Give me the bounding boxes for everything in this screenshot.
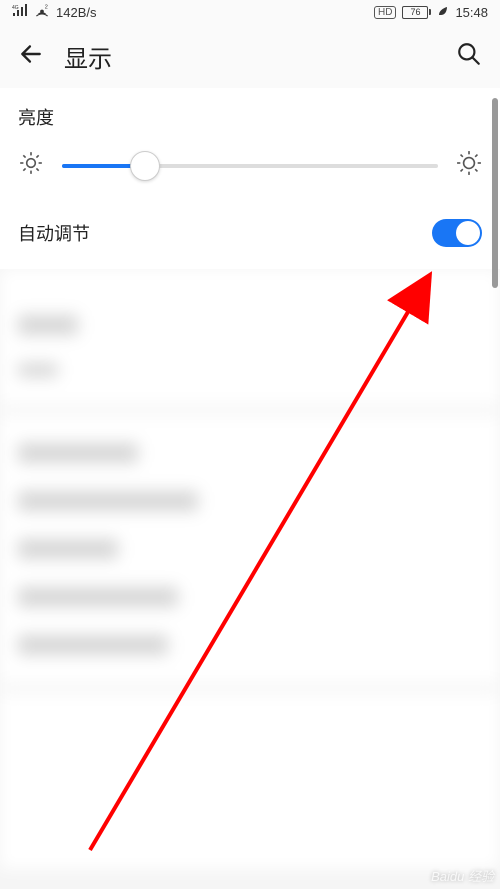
sun-large-icon [456, 150, 482, 181]
auto-adjust-toggle[interactable] [432, 219, 482, 247]
app-header: 显示 [0, 24, 500, 88]
svg-text:2: 2 [45, 5, 48, 11]
clock: 15:48 [455, 5, 488, 20]
page-title: 显示 [64, 39, 112, 74]
auto-adjust-label: 自动调节 [18, 220, 90, 246]
watermark: Baidu 经验 [431, 866, 494, 885]
signal-icon: 4G [12, 4, 28, 20]
brightness-label: 亮度 [18, 104, 482, 130]
brightness-slider[interactable] [62, 164, 438, 168]
brightness-section: 亮度 [0, 88, 500, 197]
blurred-content [0, 269, 500, 869]
hotspot-icon: 2 [34, 4, 50, 20]
battery-icon: 76 [402, 6, 431, 19]
search-button[interactable] [456, 41, 482, 72]
leaf-icon [437, 5, 449, 20]
status-bar: 4G 2 142B/s HD 76 15:48 [0, 0, 500, 24]
hd-badge: HD [374, 6, 396, 19]
auto-adjust-row[interactable]: 自动调节 [0, 197, 500, 269]
sun-small-icon [18, 150, 44, 181]
content-area: 亮度 自动调节 [0, 88, 500, 269]
scrollbar[interactable] [492, 98, 498, 288]
network-speed: 142B/s [56, 5, 96, 20]
svg-text:4G: 4G [12, 5, 19, 11]
slider-thumb[interactable] [130, 151, 160, 181]
back-button[interactable] [18, 41, 44, 72]
